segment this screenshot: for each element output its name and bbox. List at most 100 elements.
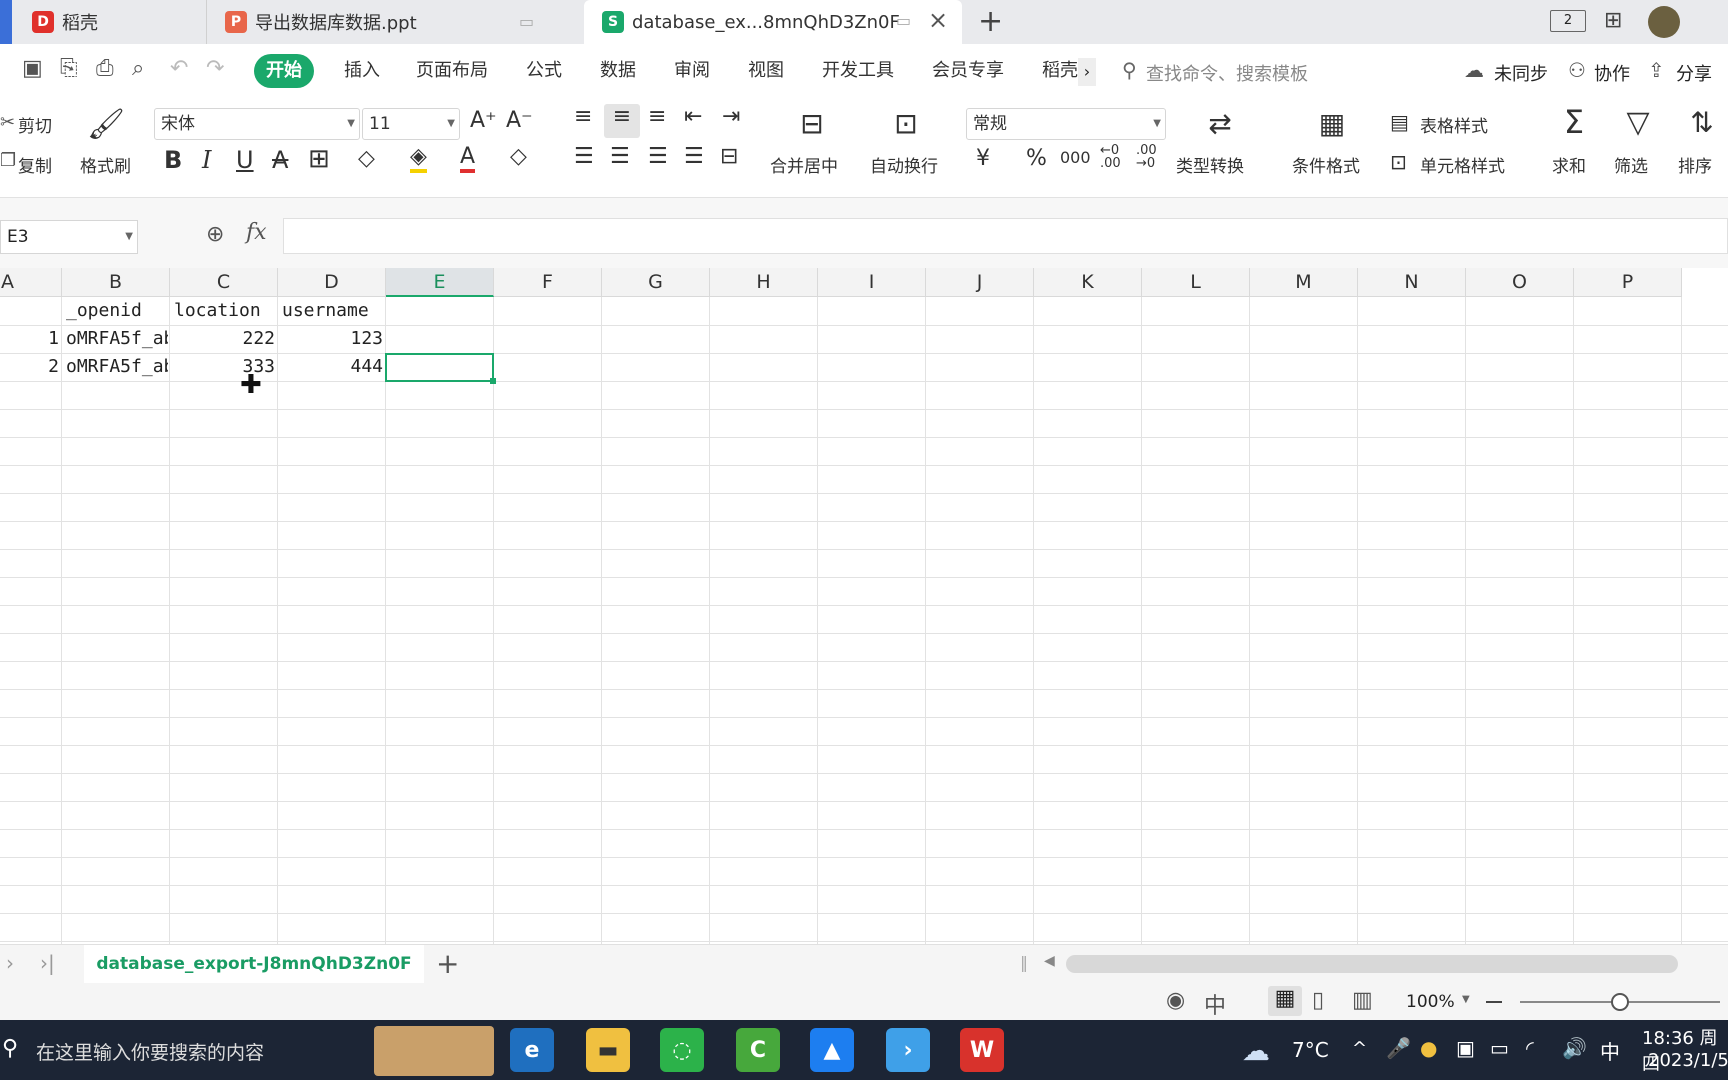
cell-b1[interactable]: _openid (66, 297, 168, 325)
column-header-o[interactable]: O (1466, 268, 1574, 297)
menu-member[interactable]: 会员专享 (920, 54, 1016, 88)
cell-c2[interactable]: 222 (170, 325, 278, 353)
cell-d2[interactable]: 123 (278, 325, 386, 353)
print-icon[interactable]: ⎙ (96, 56, 114, 81)
share-button[interactable]: 分享 (1676, 60, 1712, 86)
column-header-f[interactable]: F (494, 268, 602, 297)
decrease-decimal-icon[interactable]: .00 →0 (1136, 144, 1164, 170)
currency-icon[interactable]: ¥ (976, 146, 990, 171)
new-tab-icon[interactable]: + (978, 4, 1003, 39)
column-header-p[interactable]: P (1574, 268, 1682, 297)
cell-c3[interactable]: 333 (170, 353, 278, 381)
column-header-l[interactable]: L (1142, 268, 1250, 297)
format-painter-button[interactable]: 格式刷 (80, 152, 131, 177)
ime-indicator[interactable]: 中 (1600, 1036, 1620, 1065)
menu-home[interactable]: 开始 (254, 54, 314, 88)
fill-shape-icon[interactable]: ◇ (358, 146, 375, 171)
conditional-format-button[interactable]: 条件格式 (1292, 152, 1360, 177)
wechat-icon[interactable]: ◌ (660, 1028, 704, 1072)
menu-page-layout[interactable]: 页面布局 (404, 54, 500, 88)
feishu-icon[interactable]: ▲ (810, 1028, 854, 1072)
tab-ppt[interactable]: P 导出数据库数据.ppt ▭ (206, 0, 582, 44)
scroll-left-icon[interactable]: ◀ (1044, 953, 1055, 969)
splitter-icon[interactable]: ‖ (1020, 953, 1028, 972)
menu-insert[interactable]: 插入 (332, 54, 392, 88)
print-preview-icon[interactable]: ⌕ (132, 56, 144, 81)
devtools-icon[interactable]: › (886, 1028, 930, 1072)
microphone-icon[interactable]: 🎤 (1386, 1036, 1411, 1060)
column-header-n[interactable]: N (1358, 268, 1466, 297)
taskbar-search[interactable]: 在这里输入你要搜索的内容 (36, 1038, 264, 1065)
cell-a2[interactable]: 1 (0, 325, 62, 353)
font-size-select[interactable]: 11 ▼ (362, 108, 460, 140)
column-header-a[interactable]: A (0, 268, 62, 297)
column-header-e[interactable]: E (386, 268, 494, 297)
input-method-icon[interactable]: 中 (1204, 988, 1226, 1020)
undo-icon[interactable]: ↶ (170, 56, 188, 81)
cell-d3[interactable]: 444 (278, 353, 386, 381)
eye-protection-icon[interactable]: ◉ (1166, 988, 1185, 1013)
cell-d1[interactable]: username (282, 297, 384, 325)
type-convert-button[interactable]: 类型转换 (1176, 152, 1244, 177)
close-tab-icon[interactable]: × (928, 6, 948, 34)
add-sheet-icon[interactable]: + (436, 947, 459, 980)
menu-data[interactable]: 数据 (588, 54, 648, 88)
next-sheet-icon[interactable]: › (6, 951, 14, 975)
font-family-select[interactable]: 宋体 ▼ (154, 108, 360, 140)
column-header-m[interactable]: M (1250, 268, 1358, 297)
name-box[interactable]: E3 ▼ (0, 220, 138, 254)
edge-icon[interactable]: e (510, 1028, 554, 1072)
chevron-up-icon[interactable]: ^ (1352, 1038, 1367, 1059)
tab-database-export[interactable]: S database_ex...8mnQhD3Zn0F ▭ × (584, 0, 962, 44)
save-icon[interactable]: ▣ (22, 56, 43, 81)
menu-developer[interactable]: 开发工具 (810, 54, 906, 88)
menu-formulas[interactable]: 公式 (514, 54, 574, 88)
normal-view-icon[interactable]: ▦ (1268, 986, 1302, 1016)
volume-icon[interactable]: 🔊 (1562, 1036, 1587, 1060)
sync-status[interactable]: 未同步 (1494, 60, 1548, 86)
horizontal-scrollbar[interactable] (1066, 955, 1678, 973)
merge-center-button[interactable]: 合并居中 (770, 152, 838, 177)
column-header-g[interactable]: G (602, 268, 710, 297)
formula-input[interactable] (283, 218, 1728, 254)
strikethrough-icon[interactable]: A (272, 146, 288, 174)
clock-date[interactable]: 2023/1/5 (1648, 1050, 1728, 1071)
align-top-icon[interactable]: ≡ (574, 104, 592, 129)
cell-c1[interactable]: location (174, 297, 276, 325)
cut-button[interactable]: 剪切 (18, 112, 52, 137)
cell-a3[interactable]: 2 (0, 353, 62, 381)
window-layout-icon[interactable]: 2 (1550, 10, 1586, 32)
fx-icon[interactable]: fx (246, 220, 267, 245)
align-center-icon[interactable]: ☰ (610, 144, 630, 169)
underline-icon[interactable]: U (236, 146, 254, 174)
menu-view[interactable]: 视图 (736, 54, 796, 88)
camtasia-icon[interactable]: C (736, 1028, 780, 1072)
increase-indent-icon[interactable]: ⇥ (722, 104, 740, 129)
eraser-icon[interactable]: ◇ (510, 144, 527, 169)
percent-icon[interactable]: % (1026, 146, 1047, 171)
selected-cell[interactable] (385, 353, 496, 384)
column-header-h[interactable]: H (710, 268, 818, 297)
thousands-icon[interactable]: 000 (1060, 148, 1091, 167)
table-style-button[interactable]: 表格样式 (1420, 112, 1488, 137)
spreadsheet-grid[interactable]: ABCDEFGHIJKLMNOP _openid location username… (0, 268, 1728, 944)
bold-icon[interactable]: B (164, 146, 182, 174)
borders-icon[interactable]: ⊞ (308, 144, 330, 174)
align-right-icon[interactable]: ☰ (648, 144, 668, 169)
tray-app-icon[interactable]: ● (1420, 1036, 1437, 1060)
wifi-icon[interactable]: ◜ (1526, 1036, 1534, 1060)
cell-b2[interactable]: oMRFA5f_ab (66, 325, 168, 353)
page-layout-view-icon[interactable]: ▯ (1312, 988, 1324, 1013)
column-header-k[interactable]: K (1034, 268, 1142, 297)
battery-icon[interactable]: ▭ (1490, 1036, 1509, 1060)
fill-color-icon[interactable]: ◈ (410, 144, 427, 173)
zoom-slider-thumb[interactable] (1611, 993, 1629, 1011)
file-explorer-icon[interactable]: ▬ (586, 1028, 630, 1072)
fill-handle[interactable] (490, 378, 496, 384)
redo-icon[interactable]: ↷ (206, 56, 224, 81)
column-header-c[interactable]: C (170, 268, 278, 297)
cell-b3[interactable]: oMRFA5f_ab (66, 353, 168, 381)
sum-button[interactable]: 求和 (1552, 152, 1586, 177)
distributed-icon[interactable]: ⊟ (720, 144, 738, 169)
zoom-level[interactable]: 100% (1406, 992, 1455, 1012)
